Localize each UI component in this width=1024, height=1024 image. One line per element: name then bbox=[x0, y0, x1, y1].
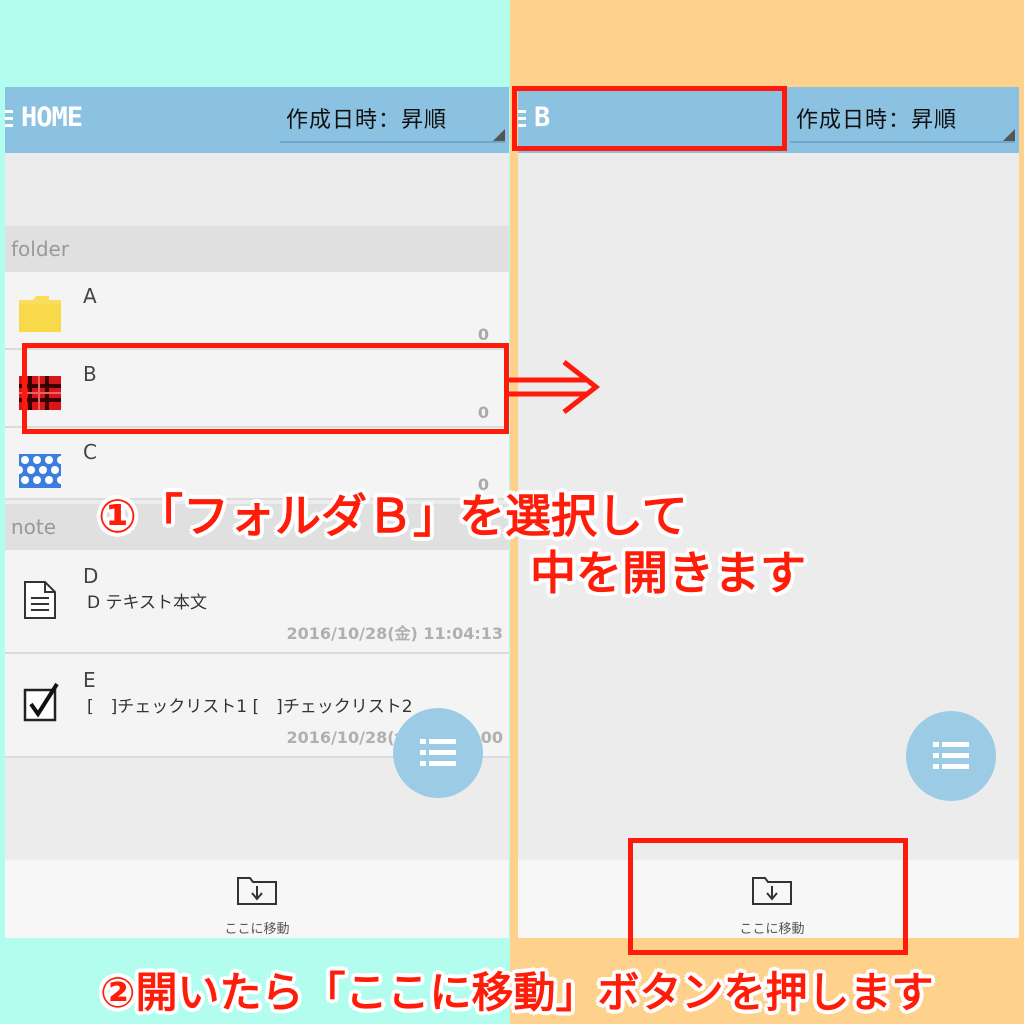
folder-blue-polka-icon bbox=[19, 454, 61, 488]
sort-dropdown[interactable]: 作成日時：昇順 bbox=[280, 95, 505, 143]
text-document-icon bbox=[24, 581, 56, 619]
section-header-folder: folder bbox=[5, 226, 509, 272]
dropdown-triangle-icon bbox=[493, 129, 505, 141]
highlight-title-b bbox=[512, 86, 787, 151]
dropdown-triangle-icon bbox=[1003, 129, 1015, 141]
folder-name: A bbox=[83, 284, 97, 308]
sort-dropdown-label: 作成日時：昇順 bbox=[286, 108, 448, 133]
folder-item-count: 0 bbox=[477, 325, 489, 344]
folder-name: C bbox=[83, 440, 97, 464]
bottom-action-bar: ここに移動 bbox=[5, 860, 509, 938]
folder-move-in-icon bbox=[237, 877, 277, 905]
note-row-d[interactable]: D D テキスト本文 2016/10/28(金) 11:04:13 bbox=[5, 550, 509, 654]
note-title: E bbox=[83, 668, 96, 692]
move-here-button[interactable]: ここに移動 bbox=[195, 860, 319, 938]
list-fab-button[interactable] bbox=[393, 708, 483, 798]
app-bar: HOME 作成日時：昇順 bbox=[5, 87, 509, 153]
folder-row-a[interactable]: A 0 bbox=[5, 272, 509, 350]
sort-dropdown[interactable]: 作成日時：昇順 bbox=[790, 95, 1015, 143]
note-preview: [ ]チェックリスト1 [ ]チェックリスト2 bbox=[87, 697, 413, 717]
caption-step-2: ②開いたら「ここに移動」ボタンを押します bbox=[100, 968, 934, 1017]
double-arrow-right-icon bbox=[508, 360, 600, 414]
list-icon bbox=[933, 742, 969, 770]
folder-yellow-icon bbox=[19, 296, 61, 332]
highlight-move-here bbox=[628, 838, 908, 955]
move-here-label: ここに移動 bbox=[224, 922, 290, 937]
checkbox-checked-icon bbox=[23, 682, 59, 722]
list-icon bbox=[420, 739, 456, 767]
sort-dropdown-label: 作成日時：昇順 bbox=[796, 108, 958, 133]
note-preview: D テキスト本文 bbox=[87, 593, 207, 613]
menu-icon[interactable] bbox=[5, 110, 13, 130]
note-date: 2016/10/28(金) 11:04:13 bbox=[286, 624, 503, 643]
app-bar-title: HOME bbox=[21, 102, 83, 133]
caption-step-1-line-2: 中を開きます bbox=[530, 546, 806, 600]
note-title: D bbox=[83, 564, 99, 588]
highlight-folder-b bbox=[22, 343, 509, 434]
list-fab-button[interactable] bbox=[906, 711, 996, 801]
